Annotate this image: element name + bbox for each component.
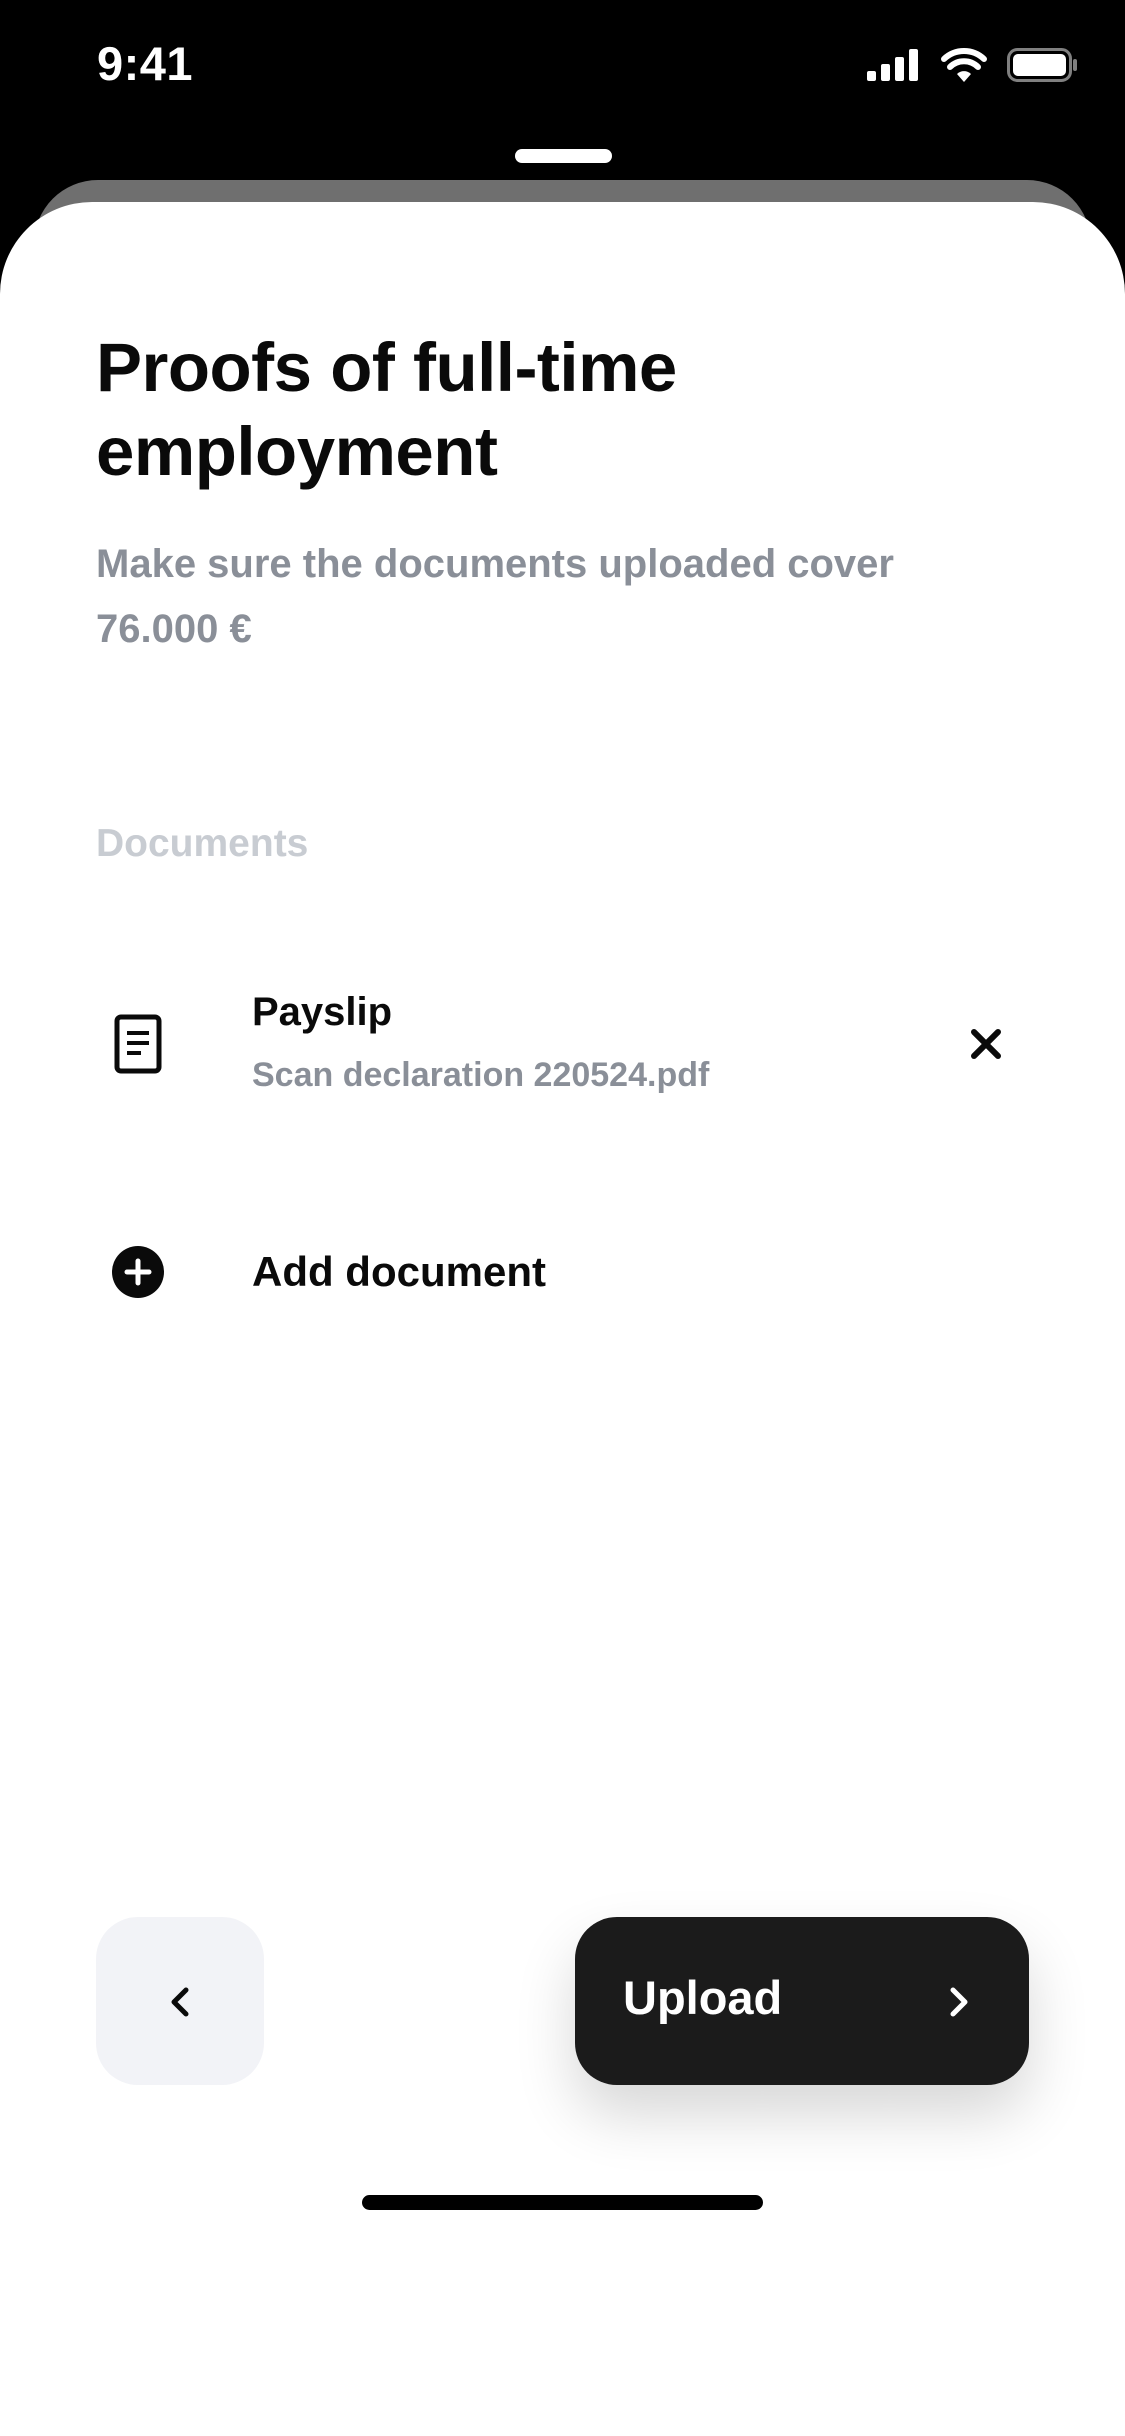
bottom-sheet: Proofs of full-time employment Make sure…: [0, 202, 1125, 2436]
page-title: Proofs of full-time employment: [96, 329, 677, 490]
add-document-label: Add document: [252, 1248, 546, 1295]
status-time: 9:41: [97, 37, 194, 90]
back-button[interactable]: [96, 1917, 264, 2085]
status-bar: 9:41: [0, 0, 1125, 140]
document-icon: [114, 1014, 162, 1074]
wifi-icon: [941, 48, 987, 82]
upload-button[interactable]: Upload: [575, 1917, 1029, 2085]
document-name: Payslip: [252, 990, 393, 1034]
close-icon[interactable]: [964, 1022, 1008, 1066]
chevron-left-icon: [171, 1987, 189, 2017]
document-filename: Scan declaration 220524.pdf: [252, 1056, 710, 1094]
sheet-grabber[interactable]: [515, 149, 612, 163]
cellular-signal-icon: [867, 49, 918, 81]
status-icons: [867, 48, 1079, 82]
page-subtitle: Make sure the documents uploaded cover 7…: [96, 542, 894, 651]
document-item: Payslip Scan declaration 220524.pdf: [96, 982, 1036, 1142]
documents-section-label: Documents: [96, 822, 309, 865]
plus-circle-icon: [112, 1246, 164, 1298]
chevron-right-icon: [950, 1987, 968, 2017]
battery-icon: [1007, 48, 1077, 82]
upload-button-label: Upload: [623, 1971, 783, 2024]
add-document-button[interactable]: Add document: [96, 1222, 1036, 1322]
home-indicator[interactable]: [362, 2195, 763, 2210]
screen: 9:41 Proofs of full-time employment Make…: [0, 0, 1125, 2436]
